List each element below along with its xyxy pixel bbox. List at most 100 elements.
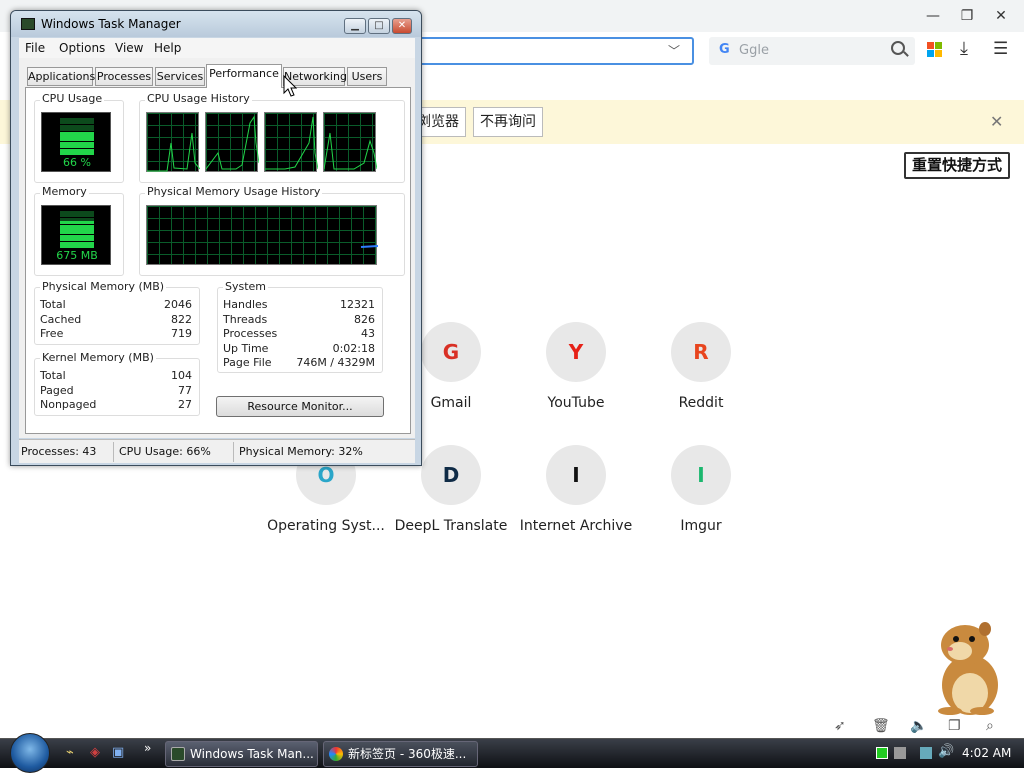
tab-processes[interactable]: Processes [95, 67, 153, 86]
maximize-button[interactable]: □ [368, 18, 390, 34]
meter-bar [60, 245, 94, 248]
tab-users[interactable]: Users [347, 67, 387, 86]
stat-label: Total [40, 298, 66, 311]
window-title: Windows Task Manager [41, 17, 181, 31]
stat-value: 746M / 4329M [296, 356, 375, 369]
quick-launch-more-icon[interactable]: » [144, 741, 151, 755]
menu-bar: File Options View Help [19, 38, 415, 58]
window-icon[interactable]: ❐ [948, 718, 961, 734]
start-button[interactable] [10, 733, 50, 773]
toolbar-icons: ⤓ ☰ [925, 38, 1020, 62]
resource-monitor-button[interactable]: Resource Monitor... [216, 396, 384, 417]
restore-icon[interactable]: ❐ [952, 4, 982, 28]
quick-launch-icon[interactable]: ◈ [90, 745, 100, 760]
stat-row: Handles 12321 [223, 298, 375, 311]
dont-ask-button[interactable]: 不再询问 [473, 107, 543, 137]
shortcut-label: Reddit [678, 395, 724, 411]
tray-icon[interactable] [876, 747, 888, 759]
search-placeholder: Ggle [739, 43, 769, 58]
physical-memory-title: Physical Memory (MB) [40, 280, 167, 293]
cpu-usage-meter: 66 % [41, 112, 111, 172]
stat-value: 104 [171, 369, 192, 382]
menu-help[interactable]: Help [154, 41, 181, 55]
title-bar[interactable]: Windows Task Manager ▁ □ ✕ [11, 11, 421, 37]
reset-shortcuts-button[interactable]: 重置快捷方式 [904, 152, 1011, 179]
physical-memory-history-graph [146, 205, 379, 265]
stat-row: Page File 746M / 4329M [223, 356, 375, 369]
apps-icon[interactable] [927, 42, 943, 58]
stat-label: Up Time [223, 341, 269, 355]
shortcut-letter-icon: D [421, 445, 481, 505]
meter-bar [60, 152, 94, 155]
stat-row: Total 104 [40, 369, 192, 382]
stat-value: 822 [171, 312, 192, 326]
stat-row: Nonpaged 27 [40, 398, 192, 411]
stat-value: 43 [361, 327, 375, 340]
shortcut-tile[interactable]: R Reddit [641, 322, 761, 411]
search-box[interactable]: G Ggle [709, 37, 915, 65]
stat-value: 0:02:18 [332, 341, 375, 355]
clock: 4:02 AM [962, 746, 1012, 760]
menu-icon[interactable]: ☰ [993, 39, 1008, 59]
shortcut-label: Internet Archive [519, 518, 633, 534]
cpu-history-graph [205, 112, 260, 172]
cpu-history-graph [146, 112, 201, 172]
menu-file[interactable]: File [25, 41, 45, 55]
stat-row: Total 2046 [40, 298, 192, 311]
network-icon[interactable] [920, 747, 932, 759]
tab-applications[interactable]: Applications [27, 67, 95, 86]
shortcut-tile[interactable]: I Imgur [641, 445, 761, 534]
physical-memory-history-label: Physical Memory Usage History [145, 185, 323, 198]
status-processes: Processes: 43 [21, 445, 97, 458]
zoom-icon[interactable]: ⌕ [986, 718, 994, 734]
status-cpu: CPU Usage: 66% [119, 445, 211, 458]
tab-services[interactable]: Services [155, 67, 205, 86]
hamster-mascot [920, 615, 1010, 715]
taskbar-item-task-manager[interactable]: Windows Task Man... [165, 741, 318, 767]
shortcut-label: DeepL Translate [394, 518, 508, 534]
performance-panel: CPU Usage 66 % CPU Usage History Memory [25, 87, 411, 434]
status-bar: Processes: 43 CPU Usage: 66% Physical Me… [19, 439, 415, 463]
stat-row: Threads 826 [223, 313, 375, 326]
trash-icon[interactable]: 🗑 [872, 718, 890, 734]
taskbar-item-label: 新标签页 - 360极速... [348, 747, 467, 761]
speaker-icon[interactable]: 🔈 [910, 718, 927, 734]
address-bar[interactable]: ﹀ [400, 37, 694, 65]
minimize-icon[interactable]: — [918, 4, 948, 28]
menu-options[interactable]: Options [59, 41, 105, 55]
close-button[interactable]: ✕ [392, 18, 412, 34]
tab-performance[interactable]: Performance [206, 64, 282, 88]
shortcut-tile[interactable]: Y YouTube [516, 322, 636, 411]
quick-launch-icon[interactable]: ⌁ [66, 745, 74, 760]
search-icon[interactable] [891, 41, 905, 55]
volume-icon[interactable]: 🔊 [938, 744, 954, 759]
stat-value: 12321 [340, 298, 375, 311]
quick-launch-icon[interactable]: ▣ [112, 745, 124, 760]
rocket-icon[interactable]: ➶ [834, 718, 846, 734]
cpu-history-graph [323, 112, 378, 172]
stat-row: Cached 822 [40, 313, 192, 326]
download-icon[interactable]: ⤓ [960, 38, 968, 59]
task-manager-icon [21, 18, 35, 30]
stat-value: 826 [354, 312, 375, 326]
minimize-button[interactable]: ▁ [344, 18, 366, 34]
memory-label: Memory [40, 185, 89, 198]
taskbar-item-browser[interactable]: 新标签页 - 360极速... [323, 741, 478, 767]
infobar-close-icon[interactable]: ✕ [990, 112, 1003, 131]
stat-label: Paged [40, 383, 74, 397]
memory-meter: 675 MB [41, 205, 111, 265]
stat-label: Processes [223, 327, 278, 340]
task-manager-window: Windows Task Manager ▁ □ ✕ File Options … [10, 10, 422, 466]
stat-label: Free [40, 327, 64, 340]
tray-icon[interactable] [894, 747, 906, 759]
shortcut-letter-icon: R [671, 322, 731, 382]
stat-label: Handles [223, 298, 268, 311]
shortcut-tile[interactable]: I Internet Archive [516, 445, 636, 534]
memory-value: 675 MB [56, 249, 98, 262]
chevron-down-icon[interactable]: ﹀ [668, 42, 680, 59]
close-icon[interactable]: ✕ [986, 4, 1016, 28]
bottom-toolbar: ➶ 🗑 🔈 ❐ ⌕ [830, 718, 1020, 738]
menu-view[interactable]: View [115, 41, 143, 55]
stat-row: Free 719 [40, 327, 192, 340]
stat-value: 2046 [164, 298, 192, 311]
